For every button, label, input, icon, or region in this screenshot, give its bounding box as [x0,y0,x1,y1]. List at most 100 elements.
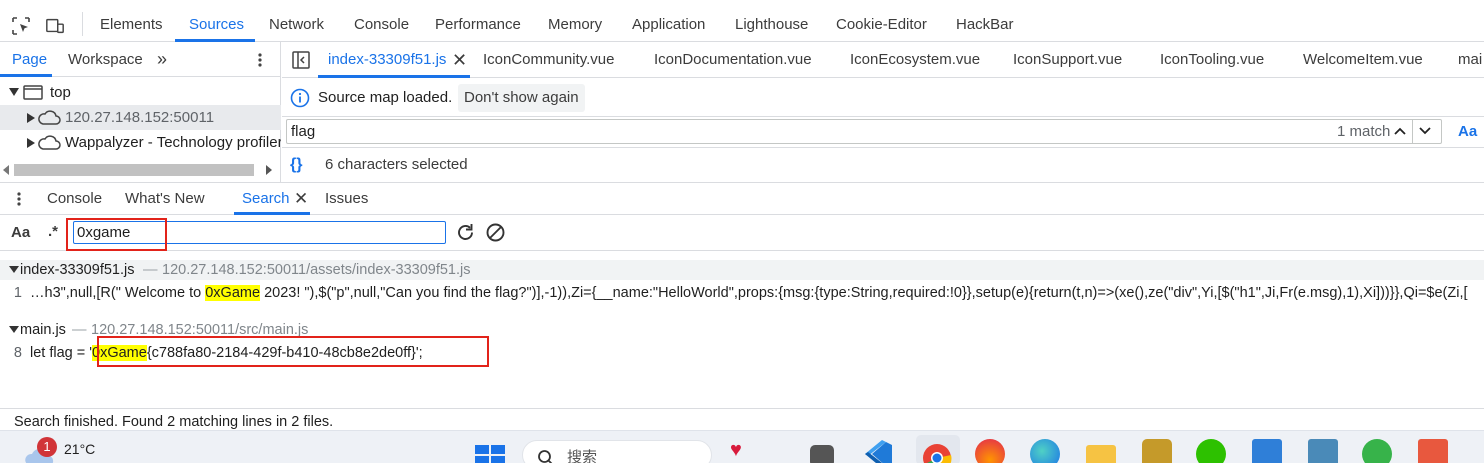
tree-item-extension[interactable]: Wappalyzer - Technology profiler [0,130,281,155]
drawer-tabs: Console What's New Search ✕ Issues [0,182,1484,215]
taskbar-search-placeholder: 搜索 [567,449,598,463]
frame-icon [23,85,43,100]
vscode-icon[interactable] [864,439,894,463]
result-line[interactable]: 1 …h3",null,[R(" Welcome to 0xGame 2023! … [0,282,1484,304]
refresh-icon[interactable] [455,222,476,243]
find-input[interactable]: flag 1 match [286,119,1442,144]
file-tabs: index-33309f51.js ✕ IconCommunity.vue Ic… [282,42,1484,78]
nav-tab-workspace[interactable]: Workspace [68,42,143,77]
clear-search-icon[interactable] [485,222,506,243]
taskbar: 1 21°C 搜索 ♥ [0,430,1484,463]
expand-arrow-icon[interactable] [9,88,19,96]
chevron-up-icon[interactable] [1393,124,1407,138]
editor-status-bar: {} 6 characters selected [282,148,1484,182]
match-suffix: 2023! "),$("p",null,"Can you find the fl… [260,285,1468,301]
close-tab-icon[interactable]: ✕ [452,42,467,78]
app-icon-terminal[interactable] [810,445,834,463]
result-file-path: 120.27.148.152:50011/assets/index-33309f… [162,262,471,278]
chrome-icon [923,444,952,463]
taskbar-search-box[interactable]: 搜索 [522,440,712,463]
edge-icon[interactable] [1030,439,1060,463]
annotation-box [97,336,489,367]
tree-item-top[interactable]: top [0,80,281,105]
file-tab[interactable]: IconDocumentation.vue [654,42,812,78]
toggle-navigator-icon[interactable] [292,51,310,69]
search-toolbar: Aa .* 0xgame [0,215,1484,251]
more-options-icon[interactable] [256,52,264,68]
search-match-case-button[interactable]: Aa [11,215,30,251]
file-explorer-icon[interactable] [1086,445,1116,463]
line-number: 8 [13,345,22,361]
pretty-print-icon[interactable]: {} [290,148,302,182]
tab-elements[interactable]: Elements [100,0,163,42]
horizontal-scrollbar[interactable] [0,162,281,178]
app-slot-active[interactable] [916,435,960,463]
divider [1412,120,1413,143]
drawer-tab-whats-new[interactable]: What's New [125,183,205,215]
infobar: Source map loaded. Don't show again [282,79,1484,117]
app-icon-decorative[interactable]: ♥ [730,439,760,463]
line-number: 1 [13,285,22,301]
tab-sources[interactable]: Sources [189,0,244,42]
tab-performance[interactable]: Performance [435,0,521,42]
sources-navigator: Page Workspace » top 120.27.148.152:5001… [0,42,281,182]
app-icon-orange[interactable] [1418,439,1448,463]
annotation-box [66,218,167,251]
tab-console[interactable]: Console [354,0,409,42]
find-match-count: 1 match [1337,123,1391,140]
more-tabs-icon[interactable]: » [157,42,167,77]
search-status: Search finished. Found 2 matching lines … [0,408,1484,430]
match-case-button[interactable]: Aa [1458,117,1477,146]
tree-label: top [50,84,71,101]
drawer-tab-issues[interactable]: Issues [325,183,368,215]
tab-application[interactable]: Application [632,0,705,42]
app-icon-burp[interactable] [1142,439,1172,463]
devtools-main-toolbar: Elements Sources Network Console Perform… [0,0,1484,42]
chevron-down-icon[interactable] [1418,124,1432,138]
tree-item-origin[interactable]: 120.27.148.152:50011 [0,105,281,130]
app-icon-green[interactable] [1362,439,1392,463]
expand-arrow-icon[interactable] [27,113,35,123]
match-highlight: 0xGame [205,285,261,301]
wechat-icon[interactable] [1196,439,1226,463]
expand-arrow-icon[interactable] [9,266,19,273]
result-file-header[interactable]: index-33309f51.js — 120.27.148.152:50011… [0,260,1484,280]
tree-label: 120.27.148.152:50011 [65,109,215,126]
scroll-left-icon[interactable] [3,165,9,175]
drawer-tab-console[interactable]: Console [47,183,102,215]
nav-tab-page[interactable]: Page [12,42,47,77]
expand-arrow-icon[interactable] [27,138,35,148]
file-tab[interactable]: mai [1458,42,1482,78]
weather-temperature: 21°C [64,441,96,457]
info-message: Source map loaded. [318,89,453,106]
dont-show-again-button[interactable]: Don't show again [458,84,585,112]
app-icon-blue[interactable] [1252,439,1282,463]
nav-active-indicator [0,74,52,77]
tab-lighthouse[interactable]: Lighthouse [735,0,808,42]
start-menu-icon[interactable] [475,445,505,463]
app-icon-tool[interactable] [1308,439,1338,463]
file-tab[interactable]: IconSupport.vue [1013,42,1122,78]
tab-network[interactable]: Network [269,0,324,42]
file-tab-index-js[interactable]: index-33309f51.js [328,42,446,78]
close-tab-icon[interactable]: ✕ [294,183,308,215]
firefox-icon[interactable] [975,439,1005,463]
notification-badge: 1 [37,437,57,457]
scrollbar-thumb[interactable] [14,164,254,176]
drawer-tab-search[interactable]: Search [242,183,290,215]
file-tab[interactable]: IconEcosystem.vue [850,42,980,78]
search-regex-button[interactable]: .* [48,215,58,249]
tab-cookie-editor[interactable]: Cookie-Editor [836,0,927,42]
editor-pane: index-33309f51.js ✕ IconCommunity.vue Ic… [282,42,1484,182]
drawer-menu-icon[interactable] [15,191,23,207]
file-tab[interactable]: IconTooling.vue [1160,42,1264,78]
tab-hackbar[interactable]: HackBar [956,0,1014,42]
scroll-right-icon[interactable] [266,165,272,175]
inspect-element-icon[interactable] [11,16,31,36]
file-tab[interactable]: IconCommunity.vue [483,42,614,78]
file-tab[interactable]: WelcomeItem.vue [1303,42,1423,78]
expand-arrow-icon[interactable] [9,326,19,333]
device-toolbar-icon[interactable] [45,16,65,36]
tab-memory[interactable]: Memory [548,0,602,42]
match-prefix: …h3",null,[R(" Welcome to [30,285,206,301]
